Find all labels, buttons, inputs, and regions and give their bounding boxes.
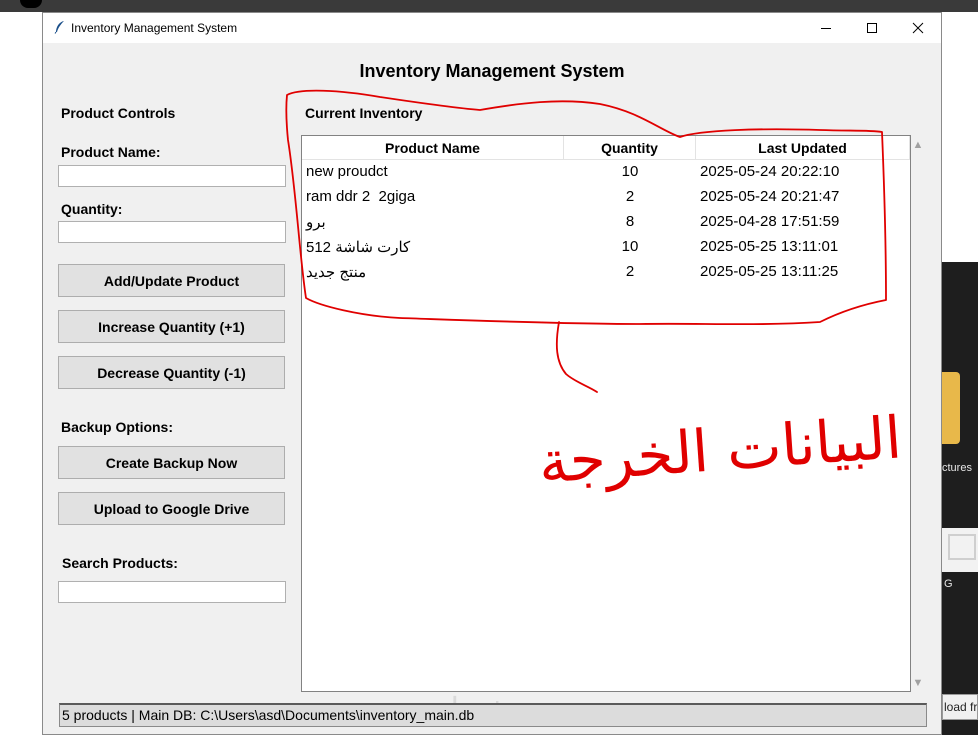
cell-last-updated: 2025-05-24 20:21:47 [700,188,840,205]
upload-google-drive-button[interactable]: Upload to Google Drive [58,492,285,525]
table-row[interactable]: منتج جديد 2 2025-05-25 13:11:25 [302,260,910,285]
column-header-last-updated[interactable]: Last Updated [696,136,910,160]
column-header-product-name[interactable]: Product Name [302,136,564,160]
cell-last-updated: 2025-05-24 20:22:10 [700,163,840,180]
backup-options-header: Backup Options: [61,419,174,435]
table-row[interactable]: new proudct 10 2025-05-24 20:22:10 [302,160,910,185]
create-backup-button[interactable]: Create Backup Now [58,446,285,479]
desktop-label-pictures: ctures [942,462,972,474]
cell-product-name: ram ddr 2 2giga [306,188,416,205]
maximize-button[interactable] [849,13,895,43]
desktop-top-bar [0,0,978,12]
current-inventory-header: Current Inventory [305,105,423,121]
page-title: Inventory Management System [359,61,625,81]
cell-last-updated: 2025-05-25 13:11:01 [700,238,839,255]
cell-product-name: كارت شاشة 512 [306,239,411,256]
quantity-input[interactable] [58,221,286,243]
cell-product-name: منتج جديد [306,264,367,281]
title-bar[interactable]: Inventory Management System [43,13,941,43]
cell-quantity: 2 [625,263,635,280]
feather-icon [54,21,64,34]
inventory-table[interactable]: Product Name Quantity Last Updated new p… [301,135,911,692]
maximize-icon [867,23,877,33]
close-button[interactable] [895,13,941,43]
column-header-quantity[interactable]: Quantity [564,136,696,160]
window-title: Inventory Management System [71,21,238,35]
table-row[interactable]: برو 8 2025-04-28 17:51:59 [302,210,910,235]
cell-product-name: new proudct [306,163,388,180]
table-row[interactable]: ram ddr 2 2giga 2 2025-05-24 20:21:47 [302,185,910,210]
close-icon [912,22,924,34]
cell-last-updated: 2025-05-25 13:11:25 [700,263,839,280]
scroll-down-icon[interactable]: ▼ [911,677,925,691]
product-controls-header: Product Controls [61,105,176,121]
cell-quantity: 10 [621,238,639,255]
search-input[interactable] [58,581,286,603]
cell-last-updated: 2025-04-28 17:51:59 [700,213,840,230]
app-window: Inventory Management System Inventory Ma… [42,12,942,735]
desktop-load-button[interactable]: load fro [942,694,978,720]
folder-icon[interactable] [942,372,960,444]
status-bar: 5 products | Main DB: C:\Users\asd\Docum… [59,703,927,727]
cell-quantity: 2 [625,188,635,205]
desktop-background-panel [942,262,978,735]
cell-quantity: 8 [625,213,635,230]
cell-product-name: برو [306,214,326,231]
minimize-button[interactable] [803,13,849,43]
image-thumbnail-icon[interactable] [942,528,978,572]
product-name-input[interactable] [58,165,286,187]
decrease-quantity-button[interactable]: Decrease Quantity (-1) [58,356,285,389]
product-name-label: Product Name: [61,144,161,160]
increase-quantity-button[interactable]: Increase Quantity (+1) [58,310,285,343]
desktop-load-label: load fro [944,700,978,714]
search-products-label: Search Products: [62,555,178,571]
quantity-label: Quantity: [61,201,123,217]
cell-quantity: 10 [621,163,639,180]
desktop-label-g: G [944,578,953,590]
avatar [20,0,42,8]
add-update-product-button[interactable]: Add/Update Product [58,264,285,297]
minimize-icon [821,28,831,29]
table-row[interactable]: كارت شاشة 512 10 2025-05-25 13:11:01 [302,235,910,260]
scroll-up-icon[interactable]: ▲ [911,139,925,153]
